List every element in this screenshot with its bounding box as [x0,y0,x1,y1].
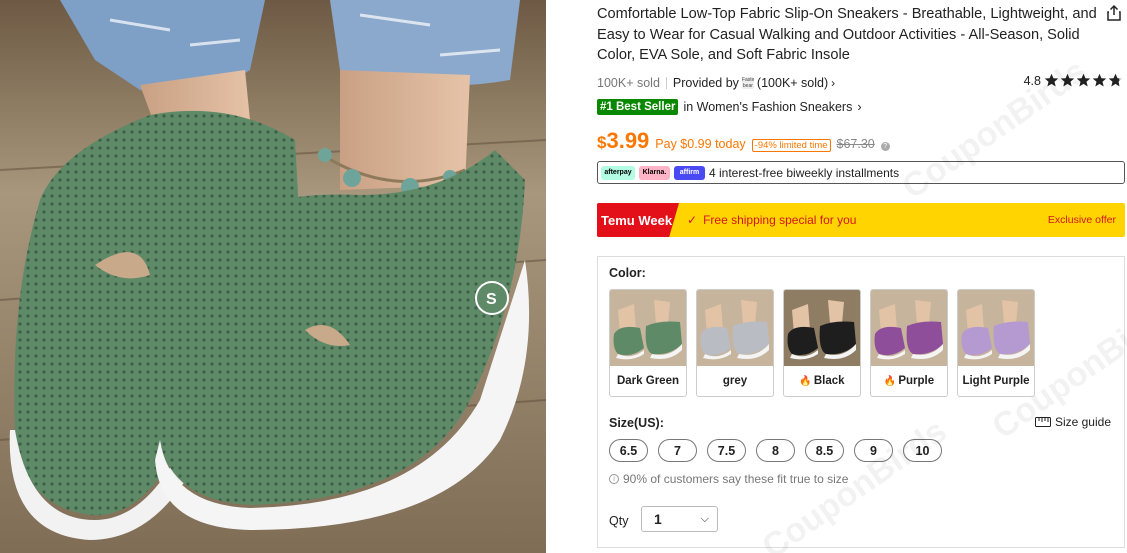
swatch-label: Dark Green [610,366,686,396]
info-icon[interactable]: ? [880,142,890,151]
size-option[interactable]: 9 [854,439,893,462]
star-icon [1044,73,1059,87]
star-rating [1044,73,1123,88]
size-option[interactable]: 8 [756,439,795,462]
best-seller-category: in Women's Fashion Sneakers [683,99,853,114]
color-swatches: Dark Green grey 🔥 Black 🔥 Purple Light Purple [609,289,1035,397]
check-icon: ✓ [687,213,698,227]
size-option[interactable]: 8.5 [805,439,844,462]
pay-today-text: Pay $0.99 today [655,137,746,151]
color-swatch[interactable]: Light Purple [957,289,1035,397]
swatch-thumbnail [784,290,860,366]
options-panel: Color: Dark Green grey 🔥 Black 🔥 Purple Light … [597,256,1125,548]
product-info: Comfortable Low-Top Fabric Slip-On Sneak… [597,0,1127,553]
store-sold-count: (100K+ sold) [756,76,829,90]
price-amount: 3.99 [606,128,650,153]
promo-banner[interactable]: Temu Week ✓ Free shipping special for yo… [597,203,1125,237]
size-label: Size(US): [609,416,664,430]
product-title: Comfortable Low-Top Fabric Slip-On Sneak… [597,6,1097,63]
sold-count: 100K+ sold [597,76,660,90]
qty-value: 1 [654,511,662,527]
swatch-label: Light Purple [958,366,1034,396]
swatch-name: Light Purple [962,375,1030,387]
original-price: $67.30 [836,137,875,151]
current-price: $3.99 [597,128,649,154]
affirm-logo: affirm [674,165,705,180]
size-guide-label: Size guide [1054,415,1111,429]
swatch-thumbnail [610,290,686,366]
size-option[interactable]: 7 [658,439,697,462]
chevron-down-icon: ⌵ [700,513,709,525]
size-options: 6.5 7 7.5 8 8.5 9 10 [609,439,942,462]
flame-icon: 🔥 [883,375,897,387]
best-seller-badge: #1 Best Seller [597,98,679,115]
swatch-thumbnail [697,290,773,366]
swatch-label: 🔥 Black [784,366,860,396]
best-seller-row[interactable]: #1 Best Seller in Women's Fashion Sneake… [597,97,862,116]
temu-week-label: Temu Week [597,203,679,237]
color-swatch[interactable]: grey [696,289,774,397]
info-icon: i [609,474,619,484]
store-link[interactable]: Provided by Faste bear (100K+ sold) › [673,76,835,90]
store-logo: Faste bear [741,77,755,89]
fit-note: i 90% of customers say these fit true to… [609,472,848,486]
rating[interactable]: 4.8 [1024,73,1123,88]
rating-value: 4.8 [1023,73,1041,88]
chevron-right-icon: › [857,99,862,114]
color-label: Color: [609,266,646,280]
swatch-name: Black [813,375,845,387]
afterpay-logo: afterpay [601,165,635,180]
fit-note-text: 90% of customers say these fit true to s… [623,472,849,486]
price-row: $3.99 Pay $0.99 today -94% limited time … [597,128,890,154]
size-guide-link[interactable]: Size guide [1034,415,1111,429]
star-icon [1076,73,1091,87]
product-main-image[interactable]: S [0,0,546,553]
color-swatch[interactable]: 🔥 Purple [870,289,948,397]
product-photo: S [0,0,546,553]
size-option[interactable]: 6.5 [609,439,648,462]
size-option[interactable]: 10 [903,439,942,462]
star-icon [1092,73,1107,87]
flame-icon: 🔥 [799,375,812,387]
divider [665,77,667,89]
klarna-logo: Klarna. [639,165,670,180]
swatch-thumbnail [871,290,947,366]
discount-badge: -94% limited time [751,139,831,152]
exclusive-offer-text: Exclusive offer [1047,214,1116,226]
ruler-icon [1034,417,1051,427]
swatch-name: grey [722,375,748,387]
swatch-label: grey [697,366,773,396]
size-option[interactable]: 7.5 [707,439,746,462]
swatch-name: Purple [898,375,935,387]
swatch-label: 🔥 Purple [871,366,947,396]
free-shipping: ✓ Free shipping special for you [687,213,856,227]
installment-bar[interactable]: afterpay Klarna. affirm 4 interest-free … [597,161,1125,184]
free-shipping-text: Free shipping special for you [703,213,857,227]
svg-text:S: S [486,291,497,308]
star-icon [1060,73,1075,87]
star-half-icon [1108,73,1123,87]
qty-label: Qty [609,514,629,528]
quantity-select[interactable]: 1 ⌵ [641,506,718,532]
color-swatch[interactable]: Dark Green [609,289,687,397]
provided-by-label: Provided by [672,76,739,90]
installment-text: 4 interest-free biweekly installments [709,165,900,180]
share-icon[interactable] [1105,4,1123,22]
swatch-name: Dark Green [616,375,679,387]
swatch-thumbnail [958,290,1034,366]
color-swatch[interactable]: 🔥 Black [783,289,861,397]
chevron-right-icon: › [831,76,836,90]
